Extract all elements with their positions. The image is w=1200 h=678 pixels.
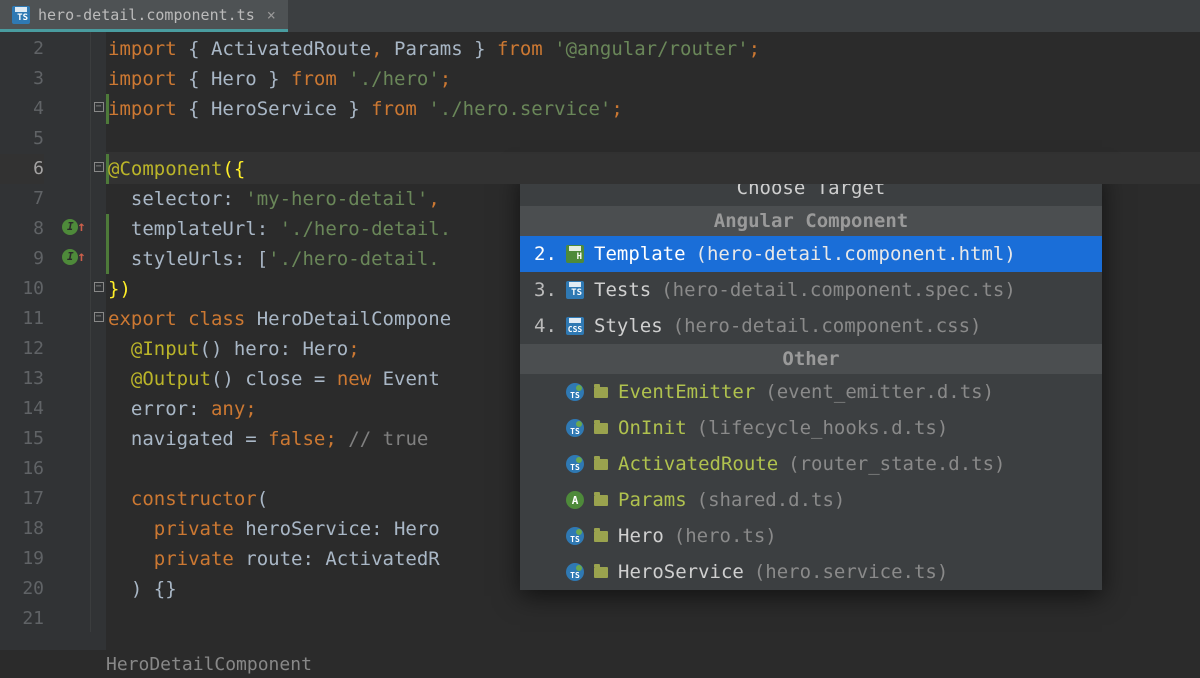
code-line[interactable]: @Output() close = new Event: [106, 364, 1200, 394]
line-number: 7: [0, 184, 44, 214]
code-line[interactable]: constructor(: [106, 484, 1200, 514]
code-line[interactable]: navigated = false; // true: [106, 424, 1200, 454]
line-number: 13: [0, 364, 44, 394]
code-line[interactable]: [106, 454, 1200, 484]
fold-row: [90, 362, 106, 392]
code-line[interactable]: error: any;: [106, 394, 1200, 424]
line-number: 10: [0, 274, 44, 304]
fold-row: [90, 242, 106, 272]
marker-row: [58, 452, 90, 482]
line-number: 17: [0, 484, 44, 514]
fold-row: [90, 182, 106, 212]
fold-row: −: [90, 152, 106, 182]
code-line[interactable]: templateUrl: './hero-detail.: [106, 214, 1200, 244]
fold-toggle-icon[interactable]: −: [94, 162, 104, 172]
code-line[interactable]: [106, 124, 1200, 154]
marker-row: [58, 272, 90, 302]
marker-row: [58, 92, 90, 122]
breadcrumb[interactable]: HeroDetailComponent: [106, 650, 312, 678]
line-number: 9: [0, 244, 44, 274]
code-line[interactable]: selector: 'my-hero-detail',: [106, 184, 1200, 214]
marker-row: [58, 482, 90, 512]
line-number: 6: [0, 154, 44, 184]
code-line[interactable]: import { Hero } from './hero';: [106, 64, 1200, 94]
fold-toggle-icon[interactable]: −: [94, 282, 104, 292]
marker-row: I↑: [58, 242, 90, 272]
marker-row: [58, 122, 90, 152]
code-line[interactable]: @Component({: [106, 154, 1200, 184]
fold-row: [90, 452, 106, 482]
marker-gutter: I↑I↑: [58, 32, 90, 650]
marker-row: [58, 62, 90, 92]
code-line[interactable]: import { HeroService } from './hero.serv…: [106, 94, 1200, 124]
line-number: 8: [0, 214, 44, 244]
fold-row: [90, 122, 106, 152]
code-line[interactable]: private route: ActivatedR: [106, 544, 1200, 574]
line-number: 14: [0, 394, 44, 424]
marker-row: [58, 422, 90, 452]
fold-row: [90, 332, 106, 362]
line-number: 5: [0, 124, 44, 154]
fold-row: −: [90, 272, 106, 302]
marker-row: I↑: [58, 212, 90, 242]
line-number: 21: [0, 604, 44, 634]
line-number: 15: [0, 424, 44, 454]
typescript-file-icon: TS: [12, 6, 30, 24]
fold-row: [90, 542, 106, 572]
line-number: 3: [0, 64, 44, 94]
fold-row: [90, 62, 106, 92]
fold-row: [90, 422, 106, 452]
code-area[interactable]: import { ActivatedRoute, Params } from '…: [106, 32, 1200, 650]
fold-row: −: [90, 92, 106, 122]
implements-icon[interactable]: I: [62, 249, 78, 265]
code-line[interactable]: ) {}: [106, 574, 1200, 604]
code-line[interactable]: export class HeroDetailCompone: [106, 304, 1200, 334]
line-number-gutter: 23456789101112131415161718192021: [0, 32, 58, 650]
marker-row: [58, 542, 90, 572]
marker-row: [58, 392, 90, 422]
tab-hero-detail[interactable]: TS hero-detail.component.ts ×: [0, 0, 288, 32]
marker-row: [58, 32, 90, 62]
fold-row: [90, 32, 106, 62]
marker-row: [58, 182, 90, 212]
fold-gutter: − − − −: [90, 32, 106, 650]
code-line[interactable]: [106, 604, 1200, 634]
marker-row: [58, 512, 90, 542]
line-number: 11: [0, 304, 44, 334]
line-number: 12: [0, 334, 44, 364]
line-number: 4: [0, 94, 44, 124]
line-number: 18: [0, 514, 44, 544]
fold-row: [90, 572, 106, 602]
fold-row: [90, 392, 106, 422]
fold-row: [90, 482, 106, 512]
editor: 23456789101112131415161718192021 I↑I↑ −−…: [0, 32, 1200, 650]
fold-row: [90, 512, 106, 542]
override-arrow-icon: ↑: [77, 212, 85, 242]
code-line[interactable]: import { ActivatedRoute, Params } from '…: [106, 34, 1200, 64]
override-arrow-icon: ↑: [77, 242, 85, 272]
marker-row: [58, 602, 90, 632]
code-line[interactable]: }): [106, 274, 1200, 304]
line-number: 16: [0, 454, 44, 484]
code-line[interactable]: private heroService: Hero: [106, 514, 1200, 544]
marker-row: [58, 302, 90, 332]
marker-row: [58, 362, 90, 392]
line-number: 2: [0, 34, 44, 64]
marker-row: [58, 572, 90, 602]
code-line[interactable]: @Input() hero: Hero;: [106, 334, 1200, 364]
marker-row: [58, 152, 90, 182]
tab-filename: hero-detail.component.ts: [38, 6, 255, 24]
code-line[interactable]: styleUrls: ['./hero-detail.: [106, 244, 1200, 274]
fold-toggle-icon[interactable]: −: [94, 102, 104, 112]
marker-row: [58, 332, 90, 362]
tab-bar: TS hero-detail.component.ts ×: [0, 0, 1200, 32]
line-number: 20: [0, 574, 44, 604]
close-icon[interactable]: ×: [267, 6, 276, 24]
fold-row: −: [90, 302, 106, 332]
implements-icon[interactable]: I: [62, 219, 78, 235]
fold-row: [90, 212, 106, 242]
fold-toggle-icon[interactable]: −: [94, 312, 104, 322]
fold-row: [90, 602, 106, 632]
line-number: 19: [0, 544, 44, 574]
